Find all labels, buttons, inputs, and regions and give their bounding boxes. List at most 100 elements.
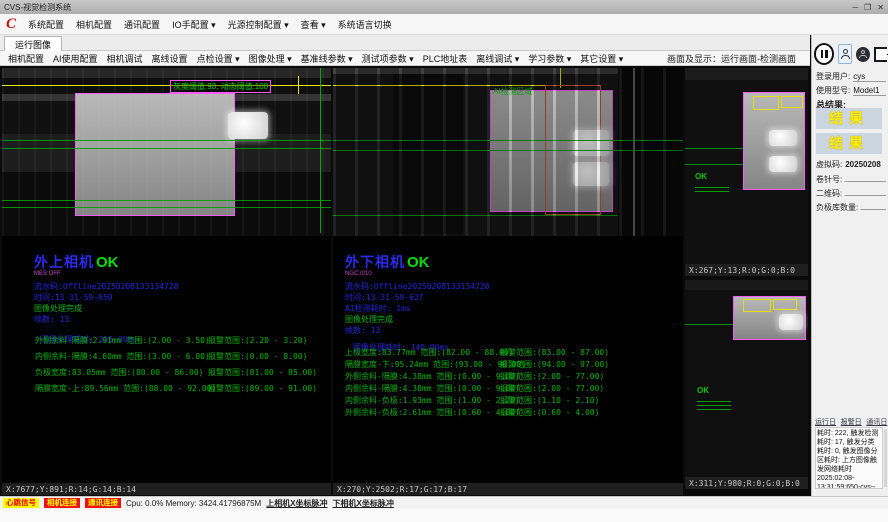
tool-offline-setting[interactable]: 离线设置 xyxy=(152,52,188,65)
login-user-value[interactable]: cys xyxy=(853,72,886,82)
right-ai-region-box xyxy=(545,85,601,215)
app-logo-icon: C xyxy=(6,17,16,31)
user-login-button[interactable] xyxy=(838,44,852,64)
right-alarm-range: 报警范围:(2.00 - 77.00) xyxy=(500,371,604,382)
small-camera-view-top[interactable]: OK xyxy=(685,68,808,264)
toolbar-display-mode[interactable]: 画面及显示：运行画面-检测画面 xyxy=(667,52,796,65)
menu-comm-config[interactable]: 通讯配置 xyxy=(124,18,160,31)
right-frame-count: 帧数: 13 xyxy=(345,325,489,336)
upper-camera-pulse-link[interactable]: 上相机X坐标脉冲 xyxy=(266,498,327,509)
left-frame-count: 帧数: 13 xyxy=(34,314,178,325)
left-part-region xyxy=(75,93,235,216)
maximize-icon[interactable]: ❐ xyxy=(864,3,871,12)
tool-baseline-params[interactable]: 基准线参数 ▾ xyxy=(301,52,353,65)
right-ai-annotation: AI检测区域 xyxy=(493,86,533,97)
left-camera-image: 灰度阈值:93, 动态阈值:100 xyxy=(2,68,331,236)
left-process-done: 图像处理完成 xyxy=(34,303,178,314)
exit-icon[interactable] xyxy=(874,47,887,62)
minimize-icon[interactable]: ─ xyxy=(852,3,858,12)
right-bright-blob xyxy=(573,130,609,156)
result-box-1: 结果 xyxy=(816,108,882,129)
log-textarea[interactable]: 耗时: 222, 触发检测耗时: 17, 触发分类耗时: 0, 触发图像分区耗时… xyxy=(815,427,883,489)
right-ok-badge: OK xyxy=(407,254,430,271)
left-pixel-coordinates: X:7677;Y:891;R:14;G:14;B:14 xyxy=(2,483,331,495)
left-connector-blob xyxy=(228,112,268,139)
left-barcode: 流水码:Offline20250208133134728 xyxy=(34,281,178,292)
window-title: CVS-视觉检测系统 xyxy=(4,2,71,13)
toolbar: 相机配置 AI使用配置 相机调试 离线设置 点检设置 ▾ 图像处理 ▾ 基准线参… xyxy=(0,51,810,66)
tool-other-setting[interactable]: 其它设置 ▾ xyxy=(580,52,623,65)
tool-image-process[interactable]: 图像处理 ▾ xyxy=(249,52,292,65)
left-measure-row: 外侧余料-隔膜:2.91mm 范围:(2.00 - 3.50) xyxy=(35,335,210,346)
menu-io-config[interactable]: IO手配置 ▾ xyxy=(172,18,216,31)
left-camera-title: 外上相机OK xyxy=(34,252,178,272)
tool-test-params[interactable]: 测试项参数 ▾ xyxy=(362,52,414,65)
left-alarm-range: 报警范围:(81.00 - 85.00) xyxy=(208,367,317,378)
small-top-ok: OK xyxy=(695,172,707,181)
menu-camera-config[interactable]: 相机配置 xyxy=(76,18,112,31)
pause-button[interactable] xyxy=(814,43,834,65)
close-icon[interactable]: ✕ xyxy=(877,3,884,12)
right-barcode: 流水码:Offline20250208133134728 xyxy=(345,281,489,292)
right-camera-view[interactable]: AI检测区域 外下相机OK NGC:0/10 流水码:Offline202502… xyxy=(333,68,683,483)
right-alarm-range: 报警范围:(83.00 - 87.00) xyxy=(500,347,609,358)
tool-camera-debug[interactable]: 相机调试 xyxy=(107,52,143,65)
needle-label: 卷针号: xyxy=(816,174,842,185)
anode-stock-input[interactable] xyxy=(861,201,886,210)
title-bar: CVS-视觉检测系统 ─ ❐ ✕ xyxy=(0,0,888,14)
right-time: 时间:13-31-59-627 xyxy=(345,292,489,303)
tool-offline-debug[interactable]: 离线调试 ▾ xyxy=(476,52,519,65)
right-camera-image: AI检测区域 xyxy=(333,68,683,236)
result-box-2: 结果 xyxy=(816,133,882,154)
model-select[interactable]: Model1 xyxy=(853,86,886,96)
menu-system-config[interactable]: 系统配置 xyxy=(28,18,64,31)
right-measure-row: 内侧余料-负极:1.93mm 范围:(1.00 - 2.20) xyxy=(345,395,520,406)
tab-run-image[interactable]: 运行图像 xyxy=(4,36,62,51)
small-camera-view-bottom[interactable]: OK xyxy=(685,280,808,477)
log-scrollbar[interactable] xyxy=(884,429,887,487)
right-pixel-coordinates: X:270;Y:2502;R:17;G:17;B:17 xyxy=(333,483,683,495)
right-part-region xyxy=(490,90,613,212)
tool-camera-config[interactable]: 相机配置 xyxy=(8,52,44,65)
camera-connection-badge: 相机连接 xyxy=(44,498,80,508)
tab-strip: 运行图像 xyxy=(0,35,810,51)
right-alarm-range: 报警范围:(94.00 - 97.00) xyxy=(500,359,609,370)
tool-learn-params[interactable]: 学习参数 ▾ xyxy=(528,52,571,65)
right-alarm-range: 报警范围:(0.60 - 4.00) xyxy=(500,407,599,418)
status-bar: 心跳信号 相机连接 通讯连接 Cpu: 0.0% Memory: 3424.41… xyxy=(0,496,888,509)
heartbeat-status-badge: 心跳信号 xyxy=(3,498,39,508)
left-alarm-range: 报警范围:(0.00 - 8.00) xyxy=(208,351,307,362)
user-icon xyxy=(843,49,848,54)
menu-view[interactable]: 查看 ▾ xyxy=(301,18,326,31)
operator-icon[interactable] xyxy=(856,47,870,62)
right-alarm-range: 报警范围:(2.00 - 77.00) xyxy=(500,383,604,394)
small-bottom-ok: OK xyxy=(697,386,709,395)
menu-language-switch[interactable]: 系统语言切换 xyxy=(338,18,392,31)
right-measure-row: 外侧余料-隔膜:4.38mm 范围:(0.00 - 9.00) xyxy=(345,371,520,382)
right-measure-row: 内侧余料-隔膜:4.38mm 范围:(0.00 - 9.00) xyxy=(345,383,520,394)
login-user-label: 登录用户: xyxy=(816,71,850,82)
bottom-strip xyxy=(0,509,888,522)
control-sidebar: 登录用户: cys 使用型号: Model1 总结果: 结果 结果 虚拟码: 2… xyxy=(811,35,888,496)
left-measure-row: 隔膜宽度-上:89.56mm 范围:(88.00 - 92.00) xyxy=(35,383,216,394)
left-threshold-annotation: 灰度阈值:93, 动态阈值:100 xyxy=(170,80,271,93)
right-measure-row: 外侧余料-负极:2.61mm 范围:(0.60 - 4.00) xyxy=(345,407,520,418)
model-label: 使用型号: xyxy=(816,85,850,96)
needle-input[interactable] xyxy=(845,173,886,182)
right-camera-title: 外下相机OK xyxy=(345,252,489,272)
left-ok-badge: OK xyxy=(96,254,119,271)
left-alarm-range: 报警范围:(2.20 - 3.20) xyxy=(208,335,307,346)
right-alarm-range: 报警范围:(1.10 - 2.10) xyxy=(500,395,599,406)
qrcode-label: 二维码: xyxy=(816,188,842,199)
tool-ai-config[interactable]: AI使用配置 xyxy=(53,52,98,65)
tool-plc-address[interactable]: PLC地址表 xyxy=(423,52,468,65)
menu-light-config[interactable]: 光源控制配置 ▾ xyxy=(228,18,289,31)
left-time: 时间:13-31-59-650 xyxy=(34,292,178,303)
lower-camera-pulse-link[interactable]: 下相机X坐标脉冲 xyxy=(333,498,394,509)
right-measure-row: 上极宽度:83.77mm 范围:(82.00 - 88.00) xyxy=(345,347,513,358)
virtual-code-value: 20250208 xyxy=(845,160,881,169)
anode-stock-label: 负极库数量: xyxy=(816,202,858,213)
tool-spotcheck-setting[interactable]: 点检设置 ▾ xyxy=(197,52,240,65)
qrcode-input[interactable] xyxy=(845,187,886,196)
left-camera-view[interactable]: 灰度阈值:93, 动态阈值:100 外上相机OK MES:OFF 流水码:Off… xyxy=(2,68,331,483)
